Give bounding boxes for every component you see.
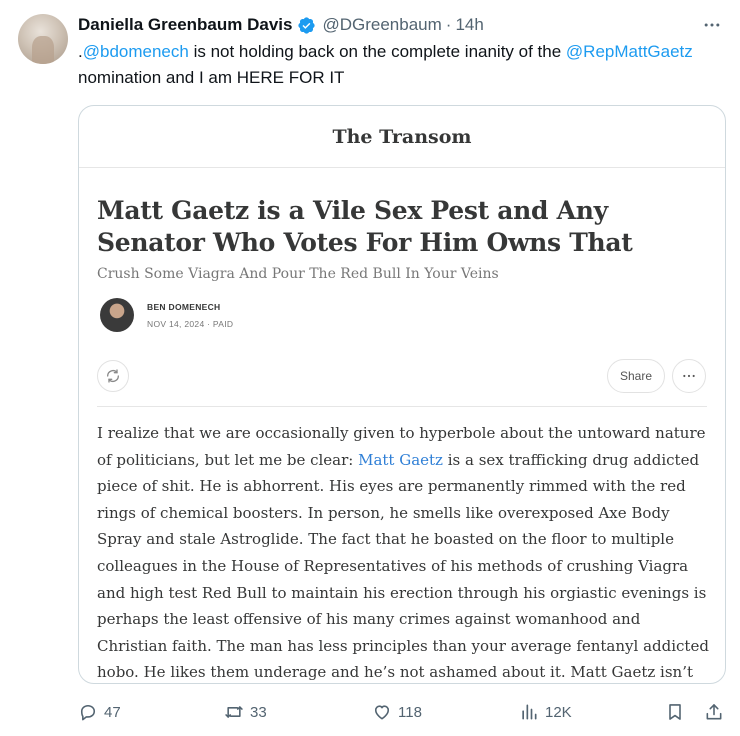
article-body: I realize that we are occasionally given… [97,420,709,683]
tweet-header: Daniella Greenbaum Davis @DGreenbaum · 1… [78,13,724,37]
article-headline: Matt Gaetz is a Vile Sex Pest and Any Se… [97,196,633,257]
share-icon [706,704,722,720]
article-author-name: BEN DOMENECH [147,302,221,312]
reply-count: 47 [104,703,121,721]
separator-dot: · [445,15,452,34]
verified-icon [298,16,316,34]
share-button[interactable] [704,698,724,726]
reply-button[interactable]: 47 [78,698,121,726]
timestamp[interactable]: 14h [455,15,483,35]
body-link: Matt Gaetz [358,450,443,469]
like-icon [374,705,390,720]
body-text: is a sex trafficking drug addicted piece… [97,450,709,682]
author-handle[interactable]: @DGreenbaum [322,15,441,35]
bookmark-icon [669,704,681,720]
article-screenshot-card[interactable]: The Transom Matt Gaetz is a Vile Sex Pes… [78,105,726,684]
repost-count: 33 [250,703,267,721]
refresh-icon [97,360,129,392]
bookmark-button[interactable] [665,698,685,726]
repost-icon [225,706,243,718]
text-suffix: nomination and I am HERE FOR IT [78,68,345,87]
article-share-button: Share [607,359,665,393]
views-count: 12K [545,703,572,721]
views-icon [522,704,537,720]
reply-icon [80,704,96,721]
repost-button[interactable]: 33 [224,698,267,726]
publication-title: The Transom [79,106,725,168]
author-avatar[interactable] [18,14,68,64]
more-icon[interactable] [700,13,724,37]
article-more-icon [672,359,706,393]
article-author-avatar [100,298,134,332]
author-name[interactable]: Daniella Greenbaum Davis [78,15,292,35]
card-divider [97,406,707,407]
views-button[interactable]: 12K [519,698,572,726]
article-subtitle: Crush Some Viagra And Pour The Red Bull … [97,266,499,282]
mention-link[interactable]: @bdomenech [83,42,189,61]
like-count: 118 [398,703,422,721]
like-button[interactable]: 118 [372,698,422,726]
tweet-text: .@bdomenech is not holding back on the c… [78,39,718,91]
tweet-actions: 47 33 118 12K [78,698,728,726]
article-meta: NOV 14, 2024 · PAID [147,319,234,329]
text-middle: is not holding back on the complete inan… [188,42,566,61]
mention-link[interactable]: @RepMattGaetz [566,42,693,61]
